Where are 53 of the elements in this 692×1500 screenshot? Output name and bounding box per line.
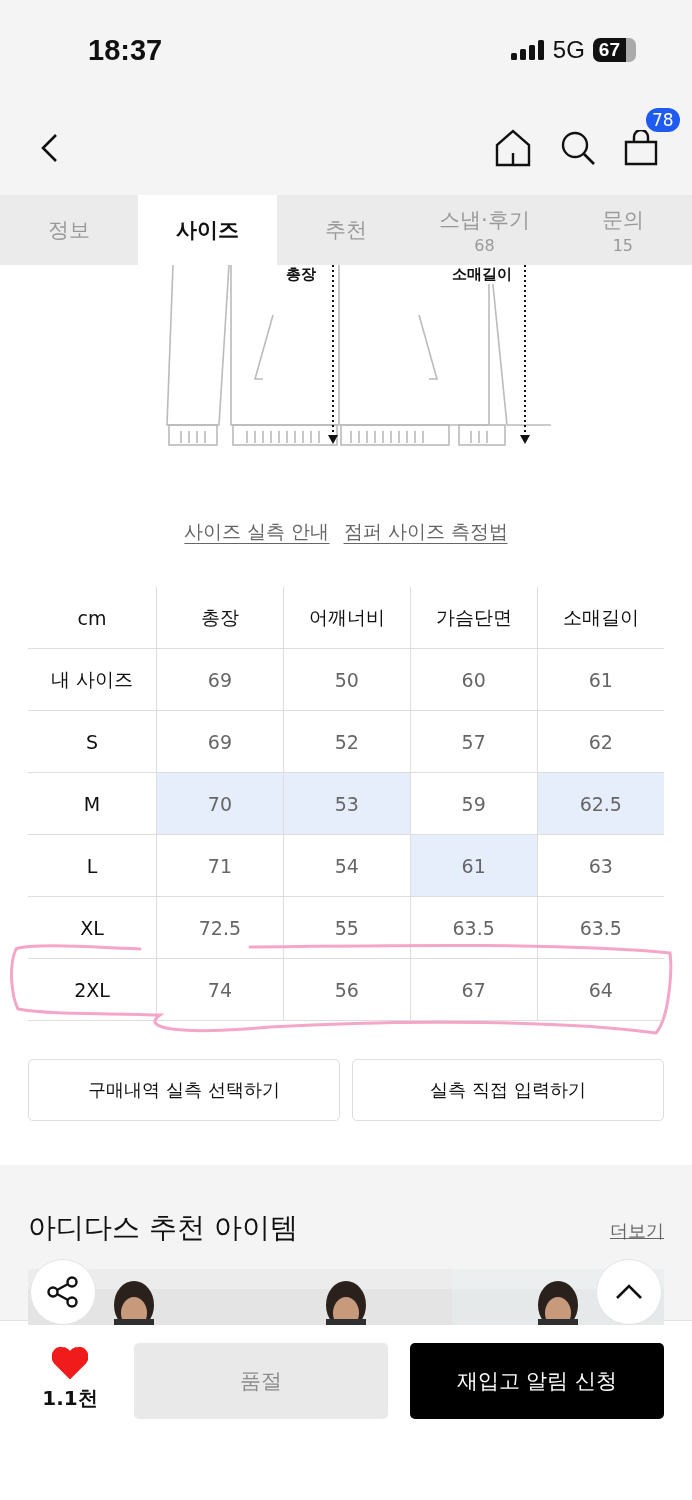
table-cell: 69 xyxy=(156,648,284,711)
chevron-up-icon xyxy=(615,1283,643,1301)
column-header: 총장 xyxy=(156,587,284,649)
table-cell: 59 xyxy=(410,772,538,835)
row-header: M xyxy=(28,772,157,835)
row-header: 2XL xyxy=(28,958,157,1021)
column-header: 소매길이 xyxy=(537,587,664,649)
restock-alert-button[interactable]: 재입고 알림 신청 xyxy=(410,1343,664,1419)
size-option-button[interactable]: 실측 직접 입력하기 xyxy=(352,1059,664,1121)
cart-count-badge: 78 xyxy=(646,107,680,132)
table-cell: 74 xyxy=(156,958,284,1021)
table-cell: 60 xyxy=(410,648,538,711)
table-cell: 52 xyxy=(283,710,411,773)
table-cell: 53 xyxy=(283,772,411,835)
status-time: 18:37 xyxy=(88,33,163,67)
guide-link[interactable]: 사이즈 실측 안내 xyxy=(184,519,330,545)
table-cell: 56 xyxy=(283,958,411,1021)
column-header: 어깨너비 xyxy=(283,587,411,649)
back-icon[interactable] xyxy=(40,132,58,163)
diagram-label: 총장 xyxy=(286,265,316,284)
table-cell: 55 xyxy=(283,896,411,959)
bag-icon[interactable] xyxy=(624,129,658,166)
table-cell: 63.5 xyxy=(410,896,538,959)
size-option-button[interactable]: 구매내역 실측 선택하기 xyxy=(28,1059,340,1121)
guide-link[interactable]: 점퍼 사이즈 측정법 xyxy=(343,519,508,545)
row-header: L xyxy=(28,834,157,897)
table-cell: 71 xyxy=(156,834,284,897)
table-cell: 69 xyxy=(156,710,284,773)
home-icon[interactable] xyxy=(494,128,532,167)
share-icon xyxy=(46,1275,80,1309)
row-header: XL xyxy=(28,896,157,959)
table-cell: 61 xyxy=(410,834,538,897)
more-link[interactable]: 더보기 xyxy=(610,1219,664,1243)
table-cell: 50 xyxy=(283,648,411,711)
network-label: 5G xyxy=(552,36,585,64)
section-title: 아디다스 추천 아이템 xyxy=(28,1210,298,1246)
row-header: S xyxy=(28,710,157,773)
row-header: 내 사이즈 xyxy=(28,648,157,711)
table-cell: 57 xyxy=(410,710,538,773)
battery-level: 67 xyxy=(592,38,636,62)
table-cell: 54 xyxy=(283,834,411,897)
table-cell: 67 xyxy=(410,958,538,1021)
heart-icon[interactable] xyxy=(52,1347,88,1379)
column-header: 가슴단면 xyxy=(410,587,538,649)
table-cell: 70 xyxy=(156,772,284,835)
search-icon[interactable] xyxy=(560,129,596,166)
table-cell: 62.5 xyxy=(537,772,664,835)
table-cell: 72.5 xyxy=(156,896,284,959)
corner-header: cm xyxy=(28,587,157,649)
signal-icon xyxy=(510,40,545,60)
like-count: 1.1천 xyxy=(42,1385,98,1412)
diagram-label: 소매길이 xyxy=(452,265,512,284)
tab[interactable]: 사이즈 xyxy=(138,195,277,265)
